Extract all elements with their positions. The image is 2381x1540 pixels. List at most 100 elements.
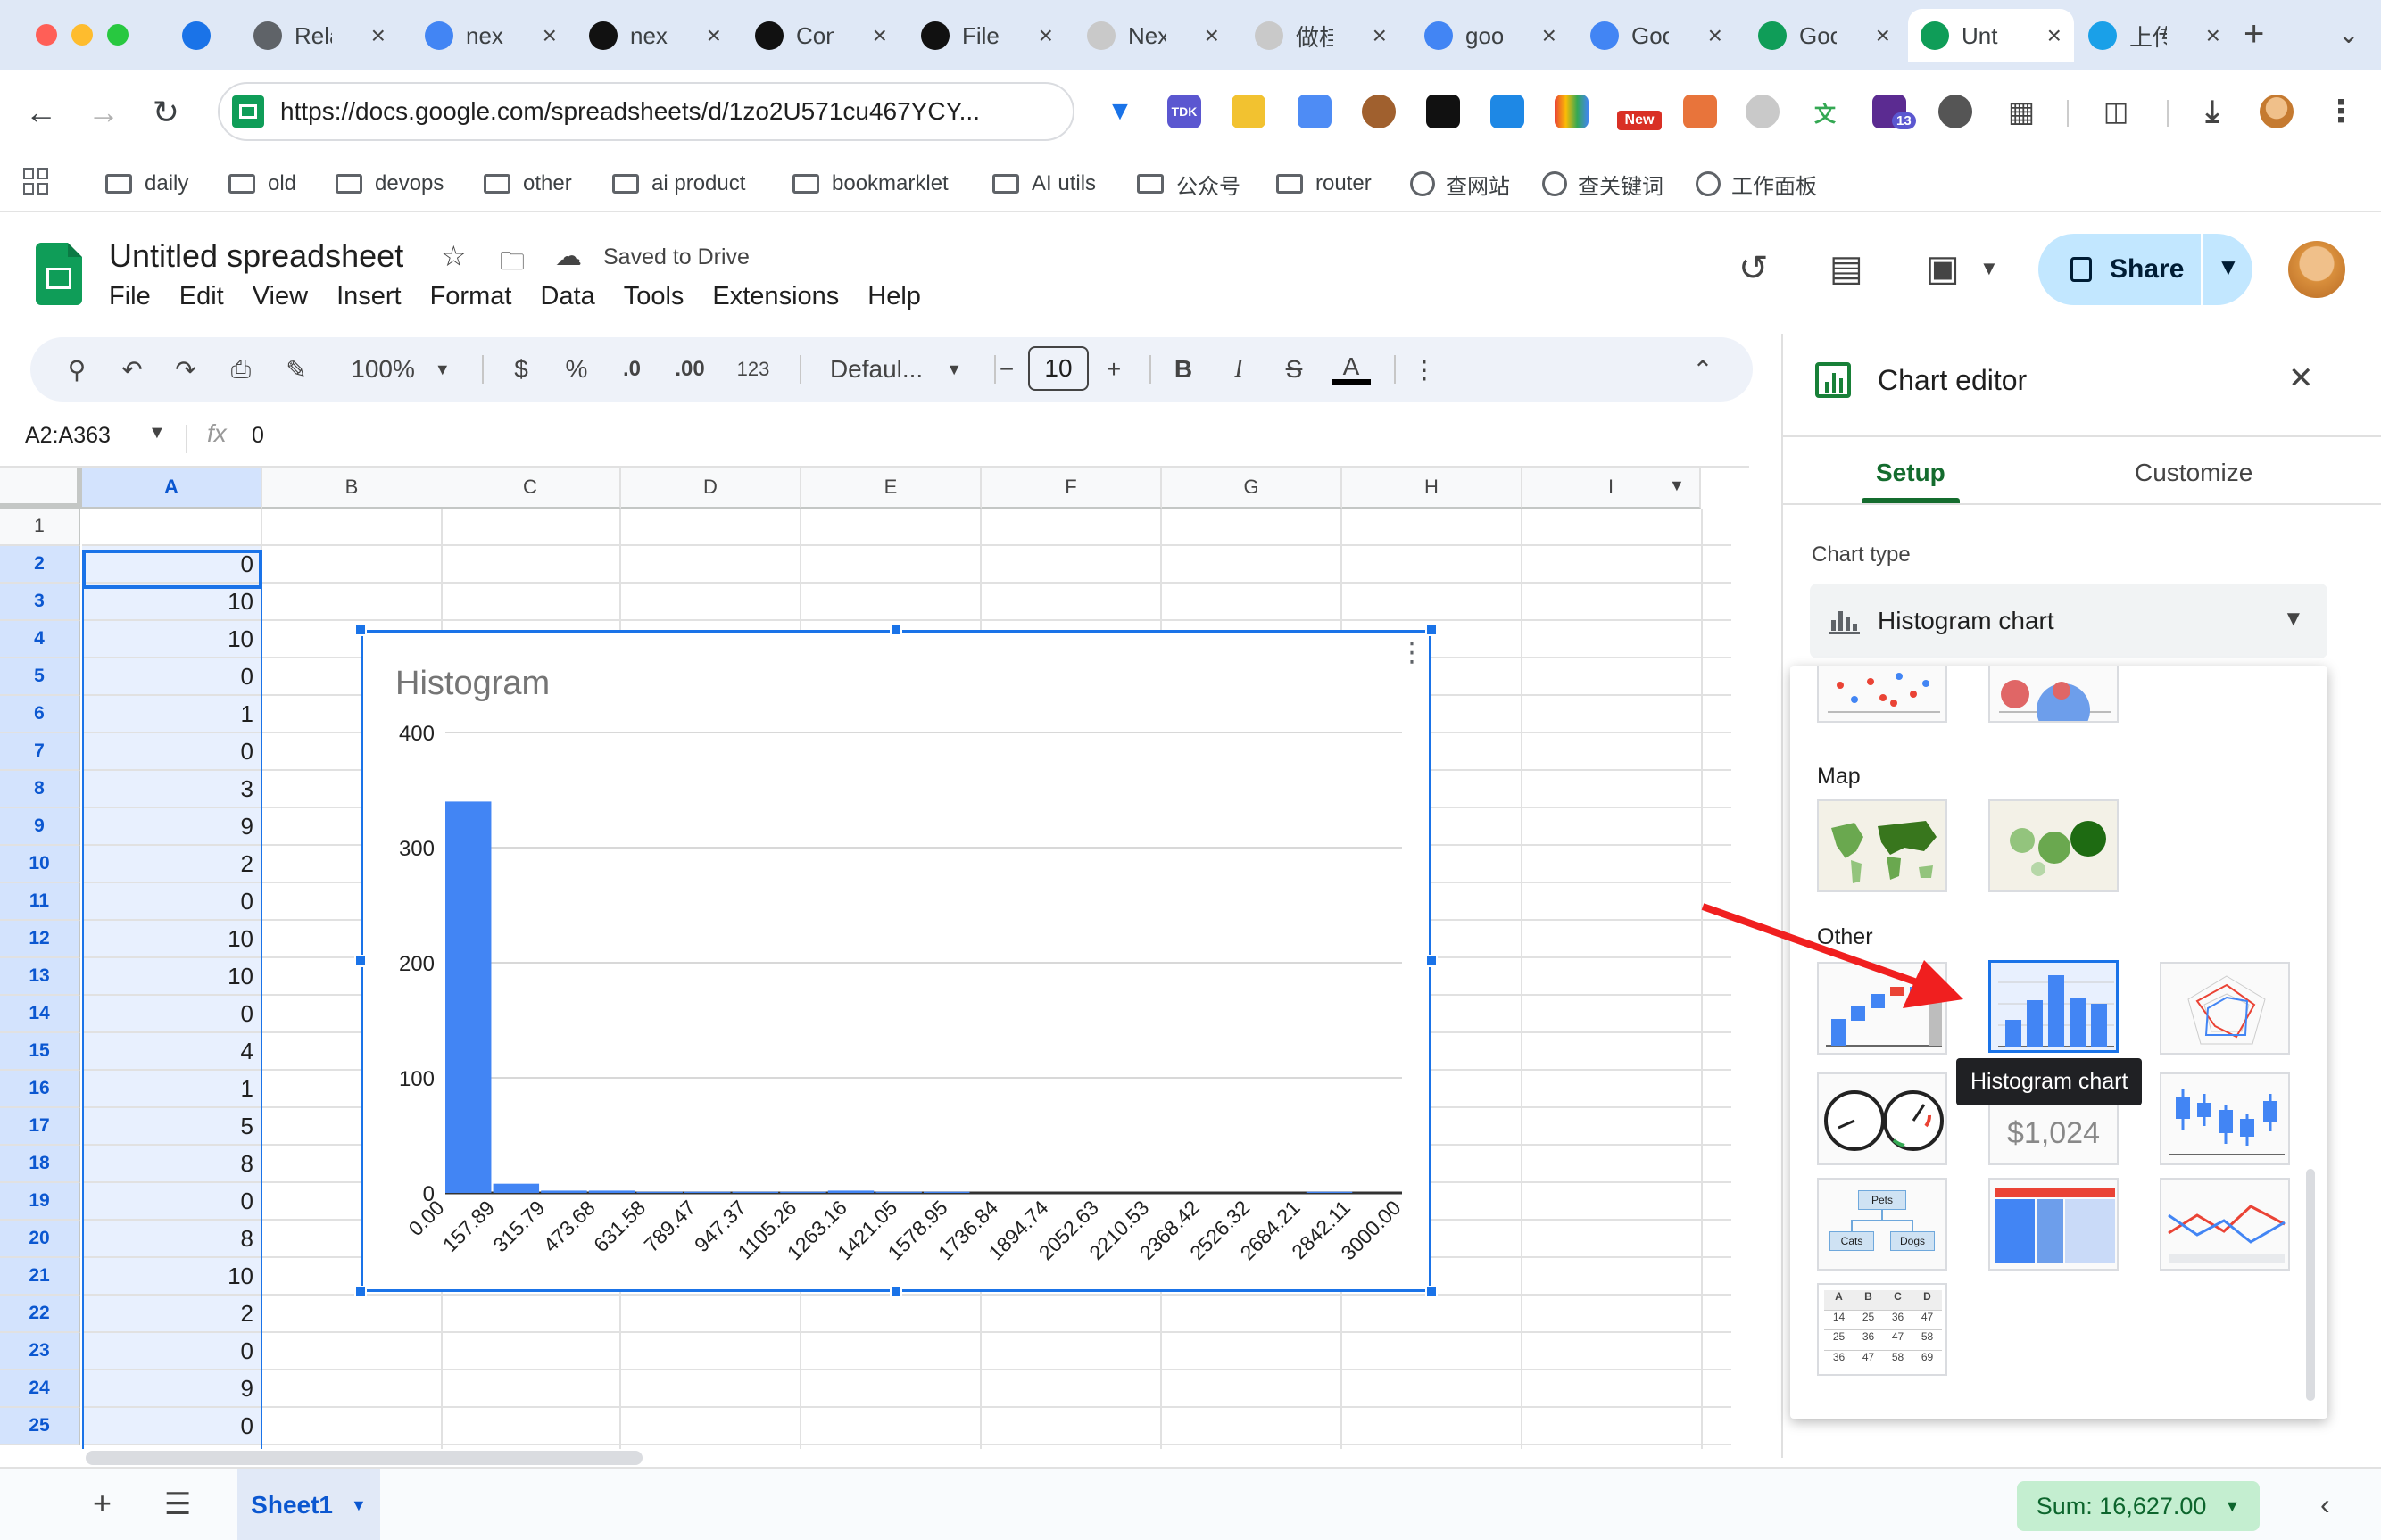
account-avatar[interactable] — [2288, 241, 2345, 298]
chart-resize-handle[interactable] — [1425, 1286, 1438, 1298]
apps-grid-icon[interactable] — [23, 168, 50, 195]
tab-close-icon[interactable]: × — [1708, 21, 1722, 50]
translate-extension-icon[interactable]: 文 — [1808, 95, 1842, 128]
share-dropdown-chevron-icon[interactable]: ▼ — [2217, 253, 2240, 281]
new-badge-extension-icon[interactable]: New — [1617, 95, 1662, 130]
row-header[interactable]: 5 — [0, 658, 80, 696]
window-minimize-button[interactable] — [71, 24, 93, 46]
browser-tab[interactable]: 上传 × — [2076, 9, 2233, 62]
menu-format[interactable]: Format — [416, 282, 527, 318]
cell-a[interactable]: 4 — [82, 1033, 261, 1071]
tab-close-icon[interactable]: × — [543, 21, 557, 50]
cell-a[interactable]: 0 — [82, 996, 261, 1033]
browser-tab[interactable]: next × — [412, 9, 569, 62]
folder-extension-icon[interactable] — [1232, 95, 1265, 128]
cell-a[interactable]: 2 — [82, 1296, 261, 1333]
row-header[interactable]: 22 — [0, 1296, 80, 1333]
font-size-increase-button[interactable]: + — [1094, 350, 1133, 389]
docs-extension-icon[interactable] — [1298, 95, 1332, 128]
chart-type-select[interactable]: Histogram chart ▼ — [1810, 584, 2327, 658]
horizontal-scrollbar[interactable] — [86, 1451, 643, 1465]
cell-a[interactable]: 10 — [82, 958, 261, 996]
active-cell[interactable] — [82, 550, 262, 589]
browser-tab[interactable]: Unt × — [1908, 9, 2074, 62]
download-icon[interactable]: ⤓ — [2195, 95, 2229, 128]
cell-a[interactable]: 8 — [82, 1146, 261, 1183]
document-title[interactable]: Untitled spreadsheet — [109, 237, 403, 275]
row-header[interactable]: 23 — [0, 1333, 80, 1370]
address-bar[interactable]: https://docs.google.com/spreadsheets/d/1… — [218, 82, 1074, 141]
collapse-toolbar-chevron-icon[interactable]: ⌃ — [1683, 350, 1722, 389]
bookmark-item[interactable]: daily — [105, 166, 188, 202]
cell-a[interactable]: 9 — [82, 1370, 261, 1408]
bookmark-item[interactable]: 查网站 — [1410, 166, 1510, 202]
cell-a[interactable]: 10 — [82, 584, 261, 621]
cell-a[interactable]: 0 — [82, 658, 261, 696]
cell-a[interactable]: 0 — [82, 1183, 261, 1221]
chart-resize-handle[interactable] — [354, 1286, 367, 1298]
more-options-icon[interactable]: ⋮ — [1405, 350, 1444, 389]
bubble-chart-option[interactable] — [1988, 666, 2119, 723]
font-select[interactable]: Defaul... ▼ — [807, 350, 985, 389]
profile-avatar[interactable] — [2260, 95, 2294, 128]
meet-dropdown-chevron-icon[interactable]: ▼ — [1979, 257, 1999, 280]
window-close-button[interactable] — [36, 24, 57, 46]
browser-tab[interactable]: File × — [908, 9, 1066, 62]
file-bolt-extension-icon[interactable] — [1490, 95, 1524, 128]
cell-a[interactable]: 3 — [82, 771, 261, 808]
new-tab-button[interactable]: + — [2244, 14, 2264, 54]
column-header-b[interactable]: B — [262, 468, 443, 509]
menu-extensions[interactable]: Extensions — [698, 282, 853, 318]
increase-decimal-button[interactable]: .00 — [666, 350, 714, 389]
column-header-c[interactable]: C — [441, 468, 621, 509]
cell-a[interactable]: 2 — [82, 846, 261, 883]
scatter-chart-option[interactable] — [1817, 666, 1947, 723]
row-header[interactable]: 14 — [0, 996, 80, 1033]
cell-a[interactable]: 0 — [82, 733, 261, 771]
org-chart-option[interactable]: Pets Cats Dogs — [1817, 1178, 1947, 1271]
sheet-tab-sheet1[interactable]: Sheet1 ▼ — [237, 1469, 380, 1540]
column-header-g[interactable]: G — [1162, 468, 1342, 509]
print-icon[interactable]: ⎙ — [221, 350, 261, 389]
window-zoom-button[interactable] — [107, 24, 129, 46]
tab-close-icon[interactable]: × — [371, 21, 386, 50]
openai-extension-icon[interactable] — [1746, 95, 1780, 128]
column-header-f[interactable]: F — [982, 468, 1162, 509]
vee-extension-icon[interactable]: ▼ — [1103, 95, 1137, 128]
menu-data[interactable]: Data — [526, 282, 609, 318]
bookmark-item[interactable]: bookmarklet — [792, 166, 949, 202]
row-header[interactable]: 1 — [0, 509, 80, 546]
decrease-decimal-button[interactable]: .0 — [612, 350, 651, 389]
chart-resize-handle[interactable] — [1425, 955, 1438, 967]
sheet-tab-chevron-icon[interactable]: ▼ — [351, 1496, 367, 1515]
star-icon[interactable]: ☆ — [441, 239, 467, 273]
browser-tab[interactable]: Con × — [743, 9, 900, 62]
browser-tab[interactable]: Rela × — [241, 9, 398, 62]
name-box-chevron-icon[interactable]: ▼ — [148, 423, 166, 443]
chart-resize-handle[interactable] — [354, 955, 367, 967]
row-header[interactable]: 4 — [0, 621, 80, 658]
bookmark-item[interactable]: 工作面板 — [1696, 166, 1817, 202]
menu-view[interactable]: View — [238, 282, 322, 318]
browser-tab[interactable]: next × — [577, 9, 734, 62]
menu-insert[interactable]: Insert — [322, 282, 416, 318]
redo-icon[interactable]: ↷ — [166, 350, 205, 389]
row-header[interactable]: 8 — [0, 771, 80, 808]
bookmark-item[interactable]: 公众号 — [1137, 166, 1240, 202]
italic-button[interactable]: I — [1219, 350, 1258, 389]
cell-a[interactable]: 10 — [82, 921, 261, 958]
browser-tab[interactable] — [170, 9, 232, 62]
font-size-decrease-button[interactable]: − — [987, 350, 1026, 389]
chart-resize-handle[interactable] — [890, 1286, 902, 1298]
select-all-corner[interactable] — [0, 468, 82, 509]
browser-tab[interactable]: 做桂 × — [1242, 9, 1399, 62]
side-panel-toggle-chevron-icon[interactable]: ‹ — [2320, 1488, 2330, 1521]
browser-tab[interactable]: goo × — [1412, 9, 1569, 62]
column-i-dropdown-icon[interactable]: ▼ — [1669, 476, 1685, 495]
search-menus-icon[interactable]: ⚲ — [57, 350, 96, 389]
row-header[interactable]: 12 — [0, 921, 80, 958]
tdk-extension-icon[interactable]: TDK — [1167, 95, 1201, 128]
histogram-chart-option[interactable] — [1988, 960, 2119, 1053]
font-size-input[interactable]: 10 — [1028, 346, 1089, 391]
reload-button[interactable]: ↻ — [139, 86, 193, 139]
